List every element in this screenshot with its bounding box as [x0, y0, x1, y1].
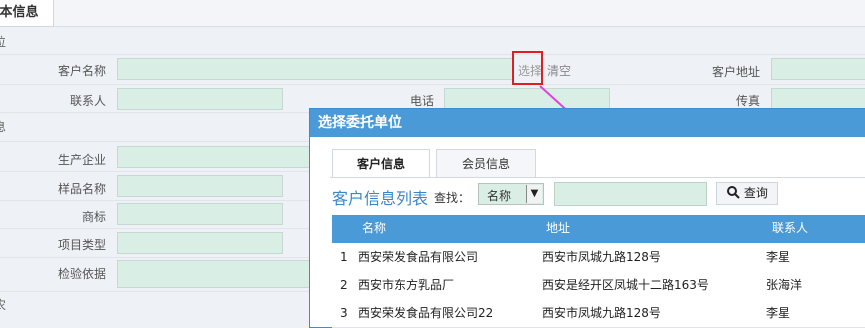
- column-address: 地址: [546, 221, 571, 235]
- row-contact: 李星: [766, 250, 791, 264]
- row-index: 1: [340, 250, 348, 264]
- row-name: 西安荣发食品有限公司22: [358, 306, 494, 320]
- tab-member-info[interactable]: 会员信息: [436, 149, 536, 177]
- query-button[interactable]: 查询: [716, 182, 778, 205]
- row-contact: 李星: [766, 306, 791, 320]
- select-value: 名称: [487, 189, 512, 203]
- query-button-label: 查询: [743, 186, 768, 200]
- table-row[interactable]: 3 西安荣发食品有限公司22 西安市凤城九路128号 李星: [332, 299, 865, 328]
- search-field-select[interactable]: 名称 ▼: [478, 183, 544, 205]
- row-index: 2: [340, 278, 348, 292]
- search-label: 查找：: [434, 191, 471, 205]
- row-name: 西安市东方乳品厂: [358, 278, 455, 292]
- row-index: 3: [340, 306, 348, 320]
- dropdown-arrow-icon[interactable]: ▼: [526, 185, 542, 203]
- tab-customer-info[interactable]: 客户信息: [332, 149, 430, 177]
- table-header: 名称 地址 联系人: [332, 215, 865, 243]
- row-address: 西安市凤城九路128号: [542, 250, 661, 264]
- table-row[interactable]: 1 西安荣发食品有限公司 西安市凤城九路128号 李星: [332, 243, 865, 272]
- select-client-dialog: 选择委托单位 客户信息 会员信息 客户信息列表 查找： 名称 ▼ 查询 名称 地…: [309, 108, 865, 328]
- dialog-title: 选择委托单位: [310, 109, 865, 137]
- search-input[interactable]: [554, 182, 707, 206]
- search-icon: [727, 186, 740, 199]
- row-address: 西安市凤城九路128号: [542, 306, 661, 320]
- row-contact: 张海洋: [766, 278, 803, 292]
- tab-divider: [330, 177, 865, 178]
- row-address: 西安是经开区凤城十二路163号: [542, 278, 709, 292]
- column-contact: 联系人: [772, 221, 809, 235]
- column-name: 名称: [362, 221, 387, 235]
- table-row[interactable]: 2 西安市东方乳品厂 西安是经开区凤城十二路163号 张海洋: [332, 271, 865, 300]
- list-title: 客户信息列表: [332, 189, 429, 208]
- row-name: 西安荣发食品有限公司: [358, 250, 479, 264]
